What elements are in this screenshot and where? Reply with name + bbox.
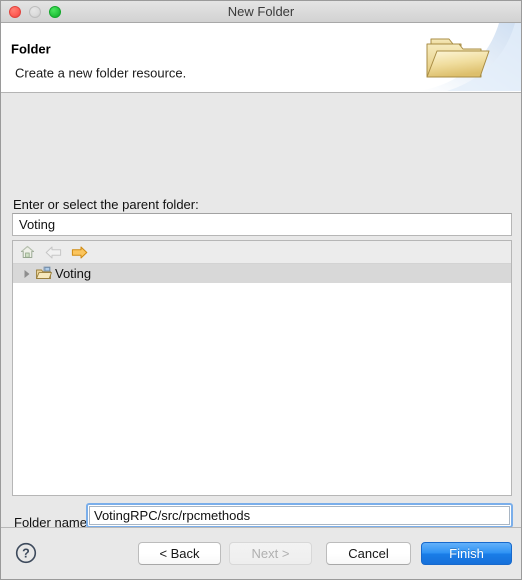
window-titlebar: New Folder bbox=[1, 1, 521, 23]
help-button[interactable]: ? bbox=[15, 542, 37, 564]
svg-text:?: ? bbox=[22, 547, 30, 561]
parent-folder-label: Enter or select the parent folder: bbox=[13, 197, 199, 212]
wizard-header: Folder Create a new folder resource. bbox=[1, 23, 521, 93]
folder-name-input[interactable] bbox=[89, 506, 510, 525]
dialog-footer: ? < Back Next > Cancel Finish bbox=[1, 527, 521, 579]
next-button: Next > bbox=[229, 542, 312, 565]
back-button[interactable]: < Back bbox=[138, 542, 221, 565]
forward-arrow-icon[interactable] bbox=[69, 243, 89, 261]
tree-item-voting[interactable]: Voting bbox=[13, 264, 511, 283]
page-title: Folder bbox=[11, 41, 51, 57]
open-folder-icon bbox=[401, 23, 521, 91]
back-arrow-icon bbox=[43, 243, 63, 261]
finish-button[interactable]: Finish bbox=[421, 542, 512, 565]
close-button[interactable] bbox=[9, 5, 21, 18]
project-folder-icon bbox=[35, 266, 52, 282]
parent-folder-input[interactable] bbox=[12, 213, 512, 236]
zoom-button[interactable] bbox=[49, 5, 61, 18]
cancel-button[interactable]: Cancel bbox=[326, 542, 411, 565]
folder-name-field[interactable] bbox=[86, 503, 513, 528]
window-controls bbox=[1, 5, 61, 18]
page-description: Create a new folder resource. bbox=[15, 65, 187, 81]
chevron-right-icon[interactable] bbox=[21, 268, 32, 279]
dialog-body: Enter or select the parent folder: Votin… bbox=[1, 93, 521, 561]
home-icon[interactable] bbox=[17, 243, 37, 261]
folder-tree-panel: Voting bbox=[12, 240, 512, 496]
tree-item-label: Voting bbox=[55, 266, 92, 281]
new-folder-dialog: New Folder Folder Create a new folder re… bbox=[0, 0, 522, 580]
window-title: New Folder bbox=[227, 4, 295, 19]
tree-toolbar bbox=[13, 241, 511, 264]
minimize-button[interactable] bbox=[29, 5, 41, 18]
folder-tree[interactable]: Voting bbox=[13, 264, 511, 495]
